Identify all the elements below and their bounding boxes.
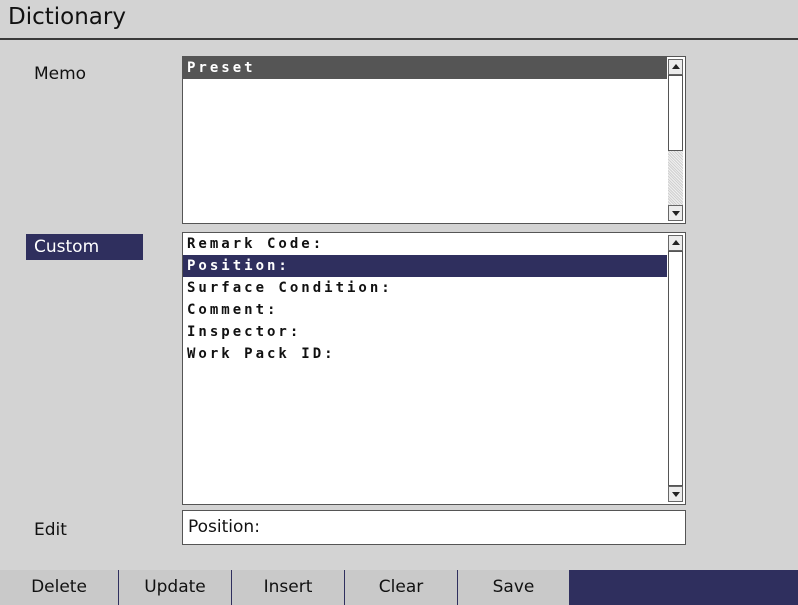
scrollbar-thumb[interactable] bbox=[668, 251, 683, 486]
custom-list-item[interactable]: Comment: bbox=[183, 299, 667, 321]
memo-scrollbar[interactable] bbox=[668, 59, 683, 221]
custom-list-item-selected[interactable]: Position: bbox=[183, 255, 667, 277]
window-title: Dictionary bbox=[8, 4, 126, 30]
edit-label: Edit bbox=[34, 520, 67, 540]
custom-list-item[interactable]: Work Pack ID: bbox=[183, 343, 667, 365]
memo-list[interactable]: Preset bbox=[182, 56, 686, 224]
chevron-down-icon[interactable] bbox=[668, 486, 683, 502]
scrollbar-thumb[interactable] bbox=[668, 75, 683, 151]
custom-list-item[interactable]: Remark Code: bbox=[183, 233, 667, 255]
custom-list[interactable]: Remark Code: Position: Surface Condition… bbox=[182, 232, 686, 505]
memo-list-item-preset[interactable]: Preset bbox=[183, 57, 667, 79]
chevron-up-icon[interactable] bbox=[668, 59, 683, 75]
update-button[interactable]: Update bbox=[119, 570, 232, 605]
custom-list-item[interactable]: Inspector: bbox=[183, 321, 667, 343]
clear-button[interactable]: Clear bbox=[345, 570, 458, 605]
delete-button[interactable]: Delete bbox=[0, 570, 119, 605]
custom-scrollbar[interactable] bbox=[668, 235, 683, 502]
custom-label: Custom bbox=[26, 234, 143, 260]
chevron-down-icon[interactable] bbox=[668, 205, 683, 221]
softkey-bar: Delete Update Insert Clear Save bbox=[0, 570, 798, 605]
edit-field[interactable]: Position: bbox=[182, 510, 686, 545]
scrollbar-track[interactable] bbox=[668, 251, 683, 486]
chevron-up-icon[interactable] bbox=[668, 235, 683, 251]
scrollbar-track[interactable] bbox=[668, 75, 683, 205]
custom-list-item[interactable]: Surface Condition: bbox=[183, 277, 667, 299]
title-bar: Dictionary bbox=[0, 0, 798, 40]
insert-button[interactable]: Insert bbox=[232, 570, 345, 605]
save-button[interactable]: Save bbox=[458, 570, 570, 605]
memo-label: Memo bbox=[34, 64, 87, 84]
edit-field-value: Position: bbox=[188, 517, 260, 537]
